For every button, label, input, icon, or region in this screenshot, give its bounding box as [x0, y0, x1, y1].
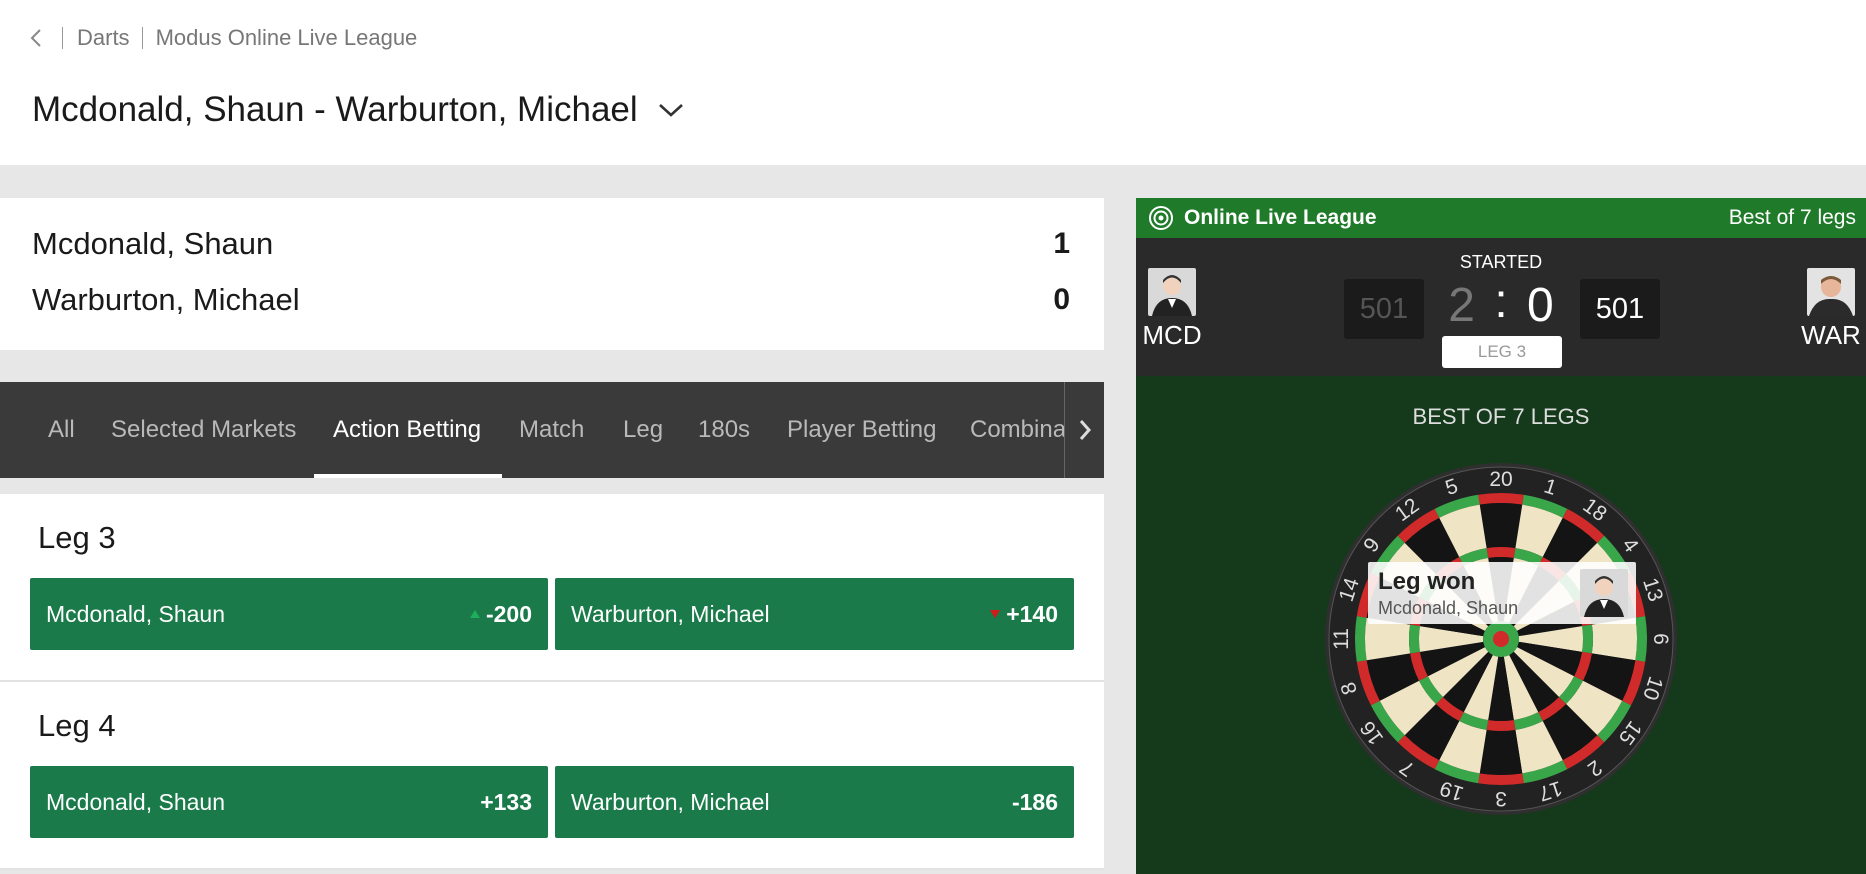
svg-text:20: 20 — [1489, 468, 1512, 491]
score-row: Warburton, Michael 0 — [32, 280, 1070, 320]
chevron-left-icon — [30, 29, 41, 47]
market-leg-4: Leg 4 Mcdonald, Shaun +133 Warburton, Mi… — [0, 682, 1104, 868]
target-icon — [1148, 205, 1174, 231]
score-row: Mcdonald, Shaun 1 — [32, 224, 1070, 264]
odds-price: +140 — [1006, 600, 1058, 627]
odds-button[interactable]: Mcdonald, Shaun -200 — [30, 578, 548, 650]
page-title: Mcdonald, Shaun - Warburton, Michael — [32, 90, 638, 129]
panel-header: Online Live League Best of 7 legs — [1136, 198, 1866, 238]
player-score: 0 — [1053, 283, 1070, 316]
odds-value: -200 — [469, 600, 532, 628]
tab-action-betting[interactable]: Action Betting — [333, 382, 481, 478]
odds-price: -186 — [1011, 788, 1058, 815]
tab-list: All Selected Markets Action Betting Matc… — [0, 382, 1064, 478]
odds-value: +140 — [990, 601, 1058, 628]
best-of-label: BEST OF 7 LEGS — [1412, 404, 1590, 429]
trend-up-icon — [469, 610, 480, 618]
away-legs: 0 — [1527, 279, 1554, 332]
legs-separator: : — [1494, 275, 1508, 328]
avatar — [1580, 569, 1628, 617]
player-name: Warburton, Michael — [32, 282, 300, 317]
breadcrumb-item-sport[interactable]: Darts — [77, 25, 130, 51]
market-title: Leg 3 — [38, 520, 116, 555]
match-status: STARTED — [1459, 252, 1543, 272]
odds-price: -200 — [485, 600, 532, 627]
league-name: Online Live League — [1184, 206, 1377, 229]
tab-all[interactable]: All — [48, 382, 75, 478]
selection-name: Mcdonald, Shaun — [46, 600, 226, 627]
chevron-right-icon — [1079, 420, 1091, 440]
match-format: Best of 7 legs — [1728, 206, 1856, 229]
odds-button[interactable]: Mcdonald, Shaun +133 — [30, 766, 548, 838]
tab-player-betting[interactable]: Player Betting — [787, 382, 936, 478]
svg-text:3: 3 — [1495, 787, 1507, 810]
tab-match[interactable]: Match — [519, 382, 584, 478]
page-header: Darts Modus Online Live League Mcdonald,… — [0, 0, 1866, 165]
back-button[interactable] — [30, 24, 50, 52]
market-tabs: All Selected Markets Action Betting Matc… — [0, 382, 1104, 478]
legs-score: 2 : 0 — [1136, 275, 1866, 333]
chevron-down-icon — [658, 102, 684, 118]
breadcrumb-divider — [141, 27, 143, 49]
event-player: Mcdonald, Shaun — [1378, 597, 1519, 618]
away-player-code: WAR — [1801, 320, 1861, 350]
market-leg-3: Leg 3 Mcdonald, Shaun -200 Warburton, Mi… — [0, 494, 1104, 680]
tab-180s[interactable]: 180s — [698, 382, 750, 478]
selection-name: Warburton, Michael — [571, 600, 770, 627]
live-match-panel: Online Live League Best of 7 legs STARTE… — [1136, 198, 1866, 874]
avatar — [1807, 268, 1855, 316]
odds-button[interactable]: Warburton, Michael +140 — [555, 578, 1074, 650]
tab-combinations[interactable]: Combina — [970, 382, 1064, 478]
dartboard: 20 1 18 4 13 6 10 15 2 17 3 19 7 16 8 11 14 9 12 5 — [1322, 460, 1680, 818]
current-leg-badge: LEG 3 — [1442, 336, 1562, 368]
selection-name: Warburton, Michael — [571, 788, 770, 815]
odds-price: +133 — [480, 788, 532, 815]
tab-leg[interactable]: Leg — [623, 382, 663, 478]
app-root: Darts Modus Online Live League Mcdonald,… — [0, 0, 1866, 874]
svg-text:6: 6 — [1649, 633, 1672, 645]
player-score: 1 — [1053, 227, 1070, 260]
odds-button[interactable]: Warburton, Michael -186 — [555, 766, 1074, 838]
active-tab-indicator — [314, 474, 502, 478]
away-player: WAR — [1798, 268, 1864, 351]
tabs-scroll-right-button[interactable] — [1064, 382, 1104, 478]
svg-text:11: 11 — [1330, 628, 1353, 650]
away-remaining: 501 — [1580, 279, 1660, 339]
home-legs: 2 — [1448, 279, 1475, 332]
market-title: Leg 4 — [38, 708, 116, 743]
match-selector[interactable]: Mcdonald, Shaun - Warburton, Michael — [32, 88, 684, 132]
selection-name: Mcdonald, Shaun — [46, 788, 226, 815]
league-label: Online Live League — [1148, 205, 1377, 231]
event-title: Leg won — [1378, 567, 1476, 595]
tab-selected-markets[interactable]: Selected Markets — [111, 382, 296, 478]
trend-down-icon — [990, 610, 1001, 618]
live-scoreboard: STARTED MCD 501 2 : 0 501 LEG 3 WAR — [1136, 238, 1866, 376]
market-divider — [0, 868, 1104, 870]
breadcrumb-item-league[interactable]: Modus Online Live League — [156, 25, 418, 51]
breadcrumb: Darts Modus Online Live League — [30, 24, 417, 52]
scoreboard-card: Mcdonald, Shaun 1 Warburton, Michael 0 — [0, 198, 1104, 350]
leg-won-notification: Leg won Mcdonald, Shaun — [1368, 562, 1636, 624]
player-name: Mcdonald, Shaun — [32, 226, 274, 261]
breadcrumb-divider — [62, 27, 63, 49]
